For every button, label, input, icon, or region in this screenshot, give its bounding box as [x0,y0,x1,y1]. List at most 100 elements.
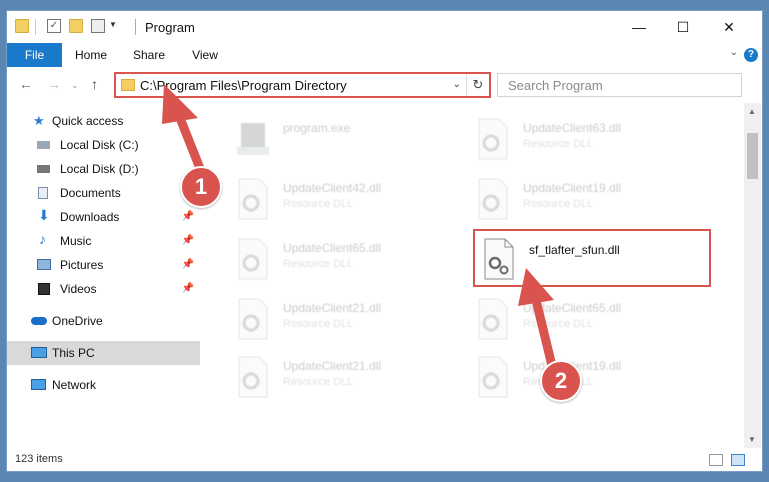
sidebar-item-label: Documents [60,186,121,200]
dll-gear-icon [478,356,508,398]
sidebar-item-downloads[interactable]: ⬇ Downloads 📌 [7,205,200,229]
pin-icon[interactable]: 📌 [182,205,194,229]
tab-share[interactable]: Share [127,43,171,67]
sidebar-item-music[interactable]: ♪ Music 📌 [7,229,200,253]
large-icons-view-icon[interactable] [731,454,745,466]
drive-icon [37,165,50,173]
file-name: UpdateClient42.dll [283,181,382,195]
search-input[interactable]: Search Program [497,73,742,97]
tab-home[interactable]: Home [67,43,115,67]
file-name: UpdateClient21.dll [283,359,382,373]
dll-gear-icon [478,298,508,340]
film-icon [38,283,50,295]
forward-arrow-icon[interactable]: → [47,76,61,92]
refresh-icon[interactable]: ↻ [466,74,489,96]
step-2-badge: 2 [540,360,582,402]
drive-icon [37,141,50,149]
exe-file-icon [237,123,269,155]
chevron-down-icon[interactable]: ⌄ [453,79,461,90]
list-item[interactable]: UpdateClient19.dll Resource DLL [475,177,705,227]
sidebar-item-label: This PC [52,346,95,360]
scroll-down-icon[interactable]: ▼ [748,435,756,444]
file-name: UpdateClient63.dll [523,121,622,135]
tab-view[interactable]: View [185,43,225,67]
expand-ribbon-icon[interactable]: ⌄ [730,47,738,58]
recent-locations-icon[interactable]: ⌄ [71,80,79,91]
file-type: Resource DLL [523,318,594,330]
maximize-button[interactable]: ☐ [661,11,705,43]
properties-check-icon[interactable]: ✓ [47,19,61,33]
sidebar-item-this-pc[interactable]: This PC [7,341,200,365]
file-name: UpdateClient21.dll [283,301,382,315]
file-name: UpdateClient65.dll [283,241,382,255]
list-item[interactable]: UpdateClient21.dll Resource DLL [235,355,465,405]
list-item[interactable]: UpdateClient21.dll Resource DLL [235,297,465,347]
file-type: Resource DLL [283,258,354,270]
list-item[interactable]: UpdateClient19.dll Resource DLL [475,355,705,405]
pin-icon[interactable]: 📌 [182,253,194,277]
sidebar-item-label: OneDrive [52,314,103,328]
file-type: Resource DLL [523,198,594,210]
cloud-icon [31,317,47,325]
step-1-badge: 1 [180,166,222,208]
minimize-button[interactable]: — [617,11,661,43]
pin-icon[interactable]: 📌 [182,229,194,253]
sidebar-item-documents[interactable]: Documents [7,181,200,205]
sidebar-item-pictures[interactable]: Pictures 📌 [7,253,200,277]
back-arrow-icon[interactable]: ← [19,76,33,92]
explorer-window: ✓ ▼ Program — ☐ ✕ File Home Share View ⌄… [6,10,763,472]
scrollbar-thumb[interactable] [747,133,758,179]
close-button[interactable]: ✕ [707,11,751,43]
vertical-scrollbar[interactable]: ▲ ▼ [744,103,761,448]
file-type: Resource DLL [283,376,354,388]
window-title: Program [145,20,195,35]
sidebar-item-label: Videos [60,282,97,296]
chevron-down-icon[interactable]: ▼ [109,20,117,29]
file-list: program.exe UpdateClient63.dll Resource … [207,103,739,448]
sidebar-item-label: Local Disk (D:) [60,162,139,176]
sidebar-item-local-disk-d[interactable]: Local Disk (D:) [7,157,200,181]
customize-toolbar-icon[interactable] [91,19,105,33]
sidebar-item-videos[interactable]: Videos 📌 [7,277,200,301]
sidebar-item-label: Network [52,378,97,392]
address-row: ← → ⌄ ↑ C:\Program Files\Program Directo… [7,67,762,103]
divider [135,19,136,35]
help-icon[interactable]: ? [744,48,758,62]
list-item[interactable]: UpdateClient65.dll Resource DLL [475,297,705,347]
download-arrow-icon: ⬇ [38,207,50,223]
list-item[interactable]: UpdateClient65.dll Resource DLL [235,237,465,287]
list-item[interactable]: program.exe [235,117,465,167]
file-name: UpdateClient65.dll [523,301,622,315]
sidebar-item-local-disk-c[interactable]: Local Disk (C:) [7,133,200,157]
scroll-up-icon[interactable]: ▲ [748,107,756,116]
address-bar[interactable]: C:\Program Files\Program Directory ⌄ ↻ [114,72,491,98]
sidebar-item-label: Pictures [60,258,104,272]
details-view-icon[interactable] [709,454,723,466]
title-bar: ✓ ▼ Program — ☐ ✕ [7,11,762,43]
file-name: UpdateClient19.dll [523,181,622,195]
navigation-pane: ★ Quick access Local Disk (C:) Local Dis… [7,103,200,448]
sidebar-item-label: Downloads [60,210,120,224]
picture-icon [37,259,51,270]
star-icon: ★ [33,113,45,128]
target-file-highlight [473,229,711,287]
sidebar-item-quick-access[interactable]: ★ Quick access [7,109,200,133]
new-folder-icon[interactable] [69,19,83,33]
divider [35,19,36,35]
sidebar-item-network[interactable]: Network [7,373,200,397]
pin-icon[interactable]: 📌 [182,277,194,301]
dll-gear-icon [478,118,508,160]
dll-gear-icon [478,178,508,220]
sidebar-item-label: Local Disk (C:) [60,138,139,152]
file-type: Resource DLL [283,318,354,330]
up-arrow-icon[interactable]: ↑ [91,76,98,92]
music-note-icon: ♪ [39,231,46,247]
list-item[interactable]: UpdateClient42.dll Resource DLL [235,177,465,227]
dll-gear-icon [238,178,268,220]
list-item[interactable]: UpdateClient63.dll Resource DLL [475,117,705,167]
sidebar-item-onedrive[interactable]: OneDrive [7,309,200,333]
address-path[interactable]: C:\Program Files\Program Directory [140,78,347,93]
file-name: program.exe [283,121,351,135]
dll-gear-icon [238,298,268,340]
folder-icon [121,79,135,91]
